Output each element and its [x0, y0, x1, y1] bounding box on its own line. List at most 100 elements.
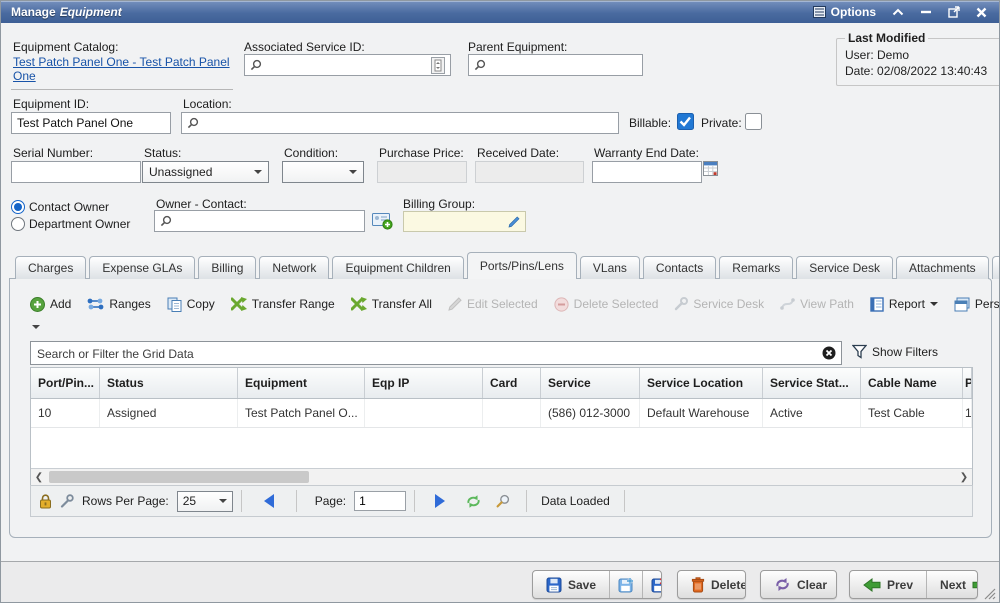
status-label: Status:	[144, 146, 181, 160]
cell-service-location: Default Warehouse	[640, 399, 763, 427]
delete-selected-button: Delete Selected	[546, 292, 667, 316]
column-header-status[interactable]: Status	[100, 368, 238, 398]
ranges-button[interactable]: Ranges	[79, 292, 158, 316]
report-button[interactable]: Report	[862, 292, 946, 316]
lock-icon[interactable]	[39, 494, 52, 509]
scrollbar-thumb[interactable]	[49, 471, 309, 483]
remove-icon	[554, 297, 569, 312]
minimize-icon[interactable]	[920, 8, 932, 16]
tab-ports-pins-lens[interactable]: Ports/Pins/Lens	[467, 252, 577, 279]
ports-pins-lens-panel: Add Ranges Copy Transfer Range Transfer …	[9, 278, 992, 538]
window-title: ManageEquipment	[11, 5, 122, 19]
save-button-group: Save	[532, 570, 662, 599]
location-label: Location:	[183, 97, 232, 111]
tab-service-desk[interactable]: Service Desk	[796, 256, 893, 279]
cell-port-pin: 10	[31, 399, 100, 427]
condition-select[interactable]	[282, 161, 364, 183]
table-row[interactable]: 10 Assigned Test Patch Panel O... (586) …	[31, 399, 972, 428]
column-header-equipment[interactable]: Equipment	[238, 368, 365, 398]
tab-network[interactable]: Network	[259, 256, 329, 279]
associated-service-id-input[interactable]	[244, 54, 451, 76]
last-modified-user: User: Demo	[845, 48, 1000, 62]
wrench-icon[interactable]	[60, 494, 74, 508]
tab-bar: Charges Expense GLAs Billing Network Equ…	[15, 253, 1000, 279]
tab-user-defined-fields[interactable]: User Defined Fields	[992, 256, 1000, 279]
previous-page-icon[interactable]	[264, 494, 274, 508]
save-button[interactable]: Save	[533, 571, 609, 598]
column-header-port-pin[interactable]: Port/Pin...	[31, 368, 100, 398]
toolbar-more-caret[interactable]	[32, 325, 40, 333]
column-header-service[interactable]: Service	[541, 368, 640, 398]
tab-expense-glas[interactable]: Expense GLAs	[89, 256, 195, 279]
tab-contacts[interactable]: Contacts	[643, 256, 716, 279]
serial-number-input[interactable]	[11, 161, 141, 183]
wrench-icon	[674, 297, 688, 311]
next-page-icon[interactable]	[435, 494, 445, 508]
column-header-eqp-ip[interactable]: Eqp IP	[365, 368, 483, 398]
column-header-service-status[interactable]: Service Stat...	[763, 368, 861, 398]
page-number-input[interactable]	[354, 491, 406, 511]
private-label: Private:	[701, 116, 742, 130]
tab-charges[interactable]: Charges	[15, 256, 86, 279]
next-button[interactable]: Next	[926, 571, 978, 598]
perspectives-button[interactable]: Perspectives	[946, 292, 1000, 316]
location-input[interactable]	[181, 112, 619, 134]
billing-group-label: Billing Group:	[403, 197, 475, 211]
transfer-all-button[interactable]: Transfer All	[343, 292, 440, 316]
column-header-cable-name[interactable]: Cable Name	[861, 368, 963, 398]
billable-checkbox[interactable]	[677, 113, 694, 130]
magnifier-icon[interactable]	[496, 494, 510, 508]
close-icon[interactable]	[976, 7, 987, 18]
tab-attachments[interactable]: Attachments	[896, 256, 989, 279]
options-button[interactable]: Options	[813, 5, 876, 19]
copy-button[interactable]: Copy	[159, 292, 223, 316]
owner-contact-input[interactable]	[154, 210, 365, 232]
contact-owner-radio[interactable]	[11, 200, 25, 214]
column-header-p[interactable]: P	[963, 368, 972, 398]
show-filters-button[interactable]: Show Filters	[852, 344, 938, 359]
resize-grip[interactable]	[983, 587, 996, 600]
add-contact-icon[interactable]	[372, 212, 393, 230]
equipment-catalog-link[interactable]: Test Patch Panel One - Test Patch Panel …	[13, 55, 230, 83]
serial-number-label: Serial Number:	[13, 146, 93, 160]
refresh-icon[interactable]	[465, 494, 482, 509]
parent-equipment-input[interactable]	[468, 54, 643, 76]
add-button[interactable]: Add	[22, 292, 79, 316]
private-checkbox[interactable]	[745, 113, 762, 130]
equipment-id-label: Equipment ID:	[13, 97, 89, 111]
scroll-left-icon[interactable]: ❮	[31, 469, 47, 485]
department-owner-radio[interactable]	[11, 217, 25, 231]
horizontal-scrollbar[interactable]: ❮ ❯	[31, 468, 972, 485]
equipment-id-input[interactable]	[11, 112, 171, 134]
delete-button[interactable]: Delete	[677, 570, 746, 599]
rows-per-page-select[interactable]: 25	[177, 491, 233, 512]
save-and-new-button[interactable]	[609, 571, 642, 598]
status-select[interactable]: Unassigned	[142, 161, 269, 183]
service-id-lookup-icon[interactable]	[431, 57, 445, 74]
calendar-icon[interactable]	[703, 159, 718, 176]
tab-vlans[interactable]: VLans	[580, 256, 640, 279]
tab-equipment-children[interactable]: Equipment Children	[332, 256, 463, 279]
collapse-icon[interactable]	[892, 8, 904, 16]
manage-equipment-window: ManageEquipment Options Equipment Catalo…	[0, 0, 1000, 603]
transfer-range-button[interactable]: Transfer Range	[223, 292, 343, 316]
cell-service: (586) 012-3000	[541, 399, 640, 427]
edit-pencil-icon[interactable]	[508, 216, 520, 228]
grid-search-input[interactable]	[35, 344, 819, 364]
associated-service-id-label: Associated Service ID:	[244, 40, 365, 54]
prev-button[interactable]: Prev	[850, 571, 926, 598]
billing-group-field[interactable]	[403, 211, 526, 232]
column-header-card[interactable]: Card	[483, 368, 541, 398]
tab-billing[interactable]: Billing	[198, 256, 256, 279]
warranty-end-date-input[interactable]	[592, 161, 702, 183]
scroll-right-icon[interactable]: ❯	[956, 469, 972, 485]
save-and-close-button[interactable]	[642, 571, 662, 598]
clear-search-icon[interactable]	[822, 346, 836, 360]
search-icon	[160, 215, 172, 227]
tab-remarks[interactable]: Remarks	[719, 256, 793, 279]
warranty-end-date-label: Warranty End Date:	[594, 146, 699, 160]
maximize-icon[interactable]	[948, 6, 960, 18]
column-header-service-location[interactable]: Service Location	[640, 368, 763, 398]
chevron-down-icon	[349, 170, 357, 178]
clear-button[interactable]: Clear	[760, 570, 837, 599]
